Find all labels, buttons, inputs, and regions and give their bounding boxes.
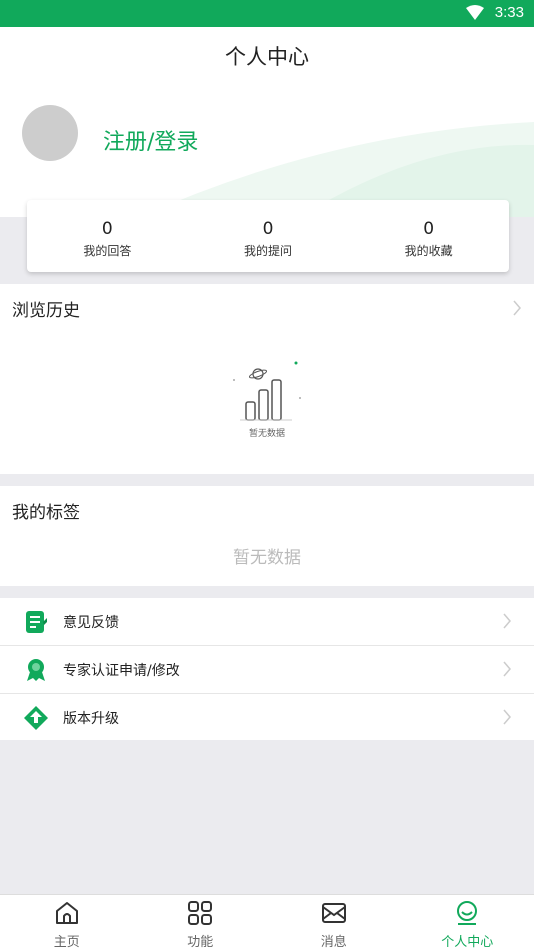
stat-favorites-label: 我的收藏	[404, 244, 453, 258]
tab-profile[interactable]: 个人中心	[401, 895, 534, 949]
browsing-history-title: 浏览历史	[12, 301, 80, 321]
my-tags-section: 我的标签 暂无数据	[0, 486, 534, 586]
stat-favorites[interactable]: 0 我的收藏	[348, 200, 509, 272]
home-icon	[55, 902, 78, 924]
stat-answers-label: 我的回答	[83, 244, 132, 258]
tab-functions-label: 功能	[187, 935, 214, 949]
menu-item-version-upgrade-label: 版本升级	[63, 711, 119, 727]
stat-favorites-count: 0	[423, 219, 435, 239]
tab-functions[interactable]: 功能	[134, 895, 268, 949]
profile-icon	[457, 901, 478, 925]
empty-chart-illustration-icon	[233, 361, 301, 421]
my-tags-title: 我的标签	[12, 503, 80, 523]
profile-header: 个人中心 注册/登录	[0, 27, 534, 217]
settings-menu: 意见反馈 专家认证申请/修改 版本升级	[0, 598, 534, 740]
chevron-right-icon	[503, 661, 511, 677]
expert-badge-icon	[27, 659, 45, 681]
stat-questions[interactable]: 0 我的提问	[188, 200, 349, 272]
menu-item-feedback[interactable]: 意见反馈	[0, 598, 534, 645]
tab-messages[interactable]: 消息	[267, 895, 401, 949]
history-empty-text: 暂无数据	[248, 429, 285, 439]
tab-home-label: 主页	[53, 935, 80, 949]
chevron-right-icon	[503, 613, 511, 629]
status-bar: 3:33	[0, 0, 534, 27]
stat-answers-count: 0	[101, 219, 113, 239]
tab-messages-label: 消息	[320, 935, 347, 949]
login-register-link[interactable]: 注册/登录	[103, 124, 198, 156]
menu-item-expert-certification[interactable]: 专家认证申请/修改	[0, 646, 534, 693]
stat-questions-label: 我的提问	[244, 244, 293, 258]
avatar[interactable]	[22, 105, 78, 161]
chevron-right-icon	[503, 709, 511, 725]
upgrade-icon	[24, 706, 48, 730]
wifi-icon	[466, 5, 484, 20]
tab-home[interactable]: 主页	[0, 895, 134, 949]
tags-empty-text: 暂无数据	[233, 548, 301, 568]
message-icon	[321, 903, 346, 923]
page-title: 个人中心	[225, 45, 309, 69]
menu-item-version-upgrade[interactable]: 版本升级	[0, 694, 534, 741]
grid-icon	[188, 901, 213, 925]
menu-item-expert-certification-label: 专家认证申请/修改	[63, 663, 180, 679]
stats-card: 0 我的回答 0 我的提问 0 我的收藏	[27, 200, 509, 272]
browsing-history-section[interactable]: 浏览历史 暂无数据	[0, 284, 534, 474]
bottom-tab-bar: 主页 功能 消息 个人中心	[0, 894, 534, 949]
menu-item-feedback-label: 意见反馈	[63, 615, 119, 631]
stat-answers[interactable]: 0 我的回答	[27, 200, 188, 272]
status-time: 3:33	[494, 4, 524, 21]
feedback-icon	[26, 611, 47, 633]
chevron-right-icon	[513, 300, 521, 316]
tab-profile-label: 个人中心	[441, 935, 494, 949]
stat-questions-count: 0	[262, 219, 274, 239]
